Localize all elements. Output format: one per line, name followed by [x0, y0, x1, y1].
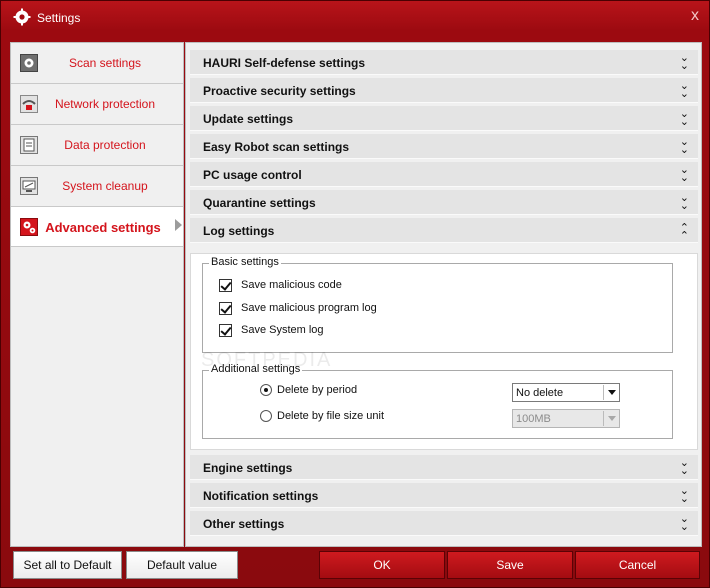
- active-pointer-icon: [175, 219, 182, 231]
- radio-label: Delete by period: [277, 384, 358, 396]
- section-pc-usage[interactable]: PC usage control ⌄ ⌄: [190, 162, 698, 187]
- section-self-defense[interactable]: HAURI Self-defense settings ⌄ ⌄: [190, 50, 698, 75]
- select-value: 100MB: [516, 413, 551, 425]
- chevron-down-icon: [603, 385, 618, 400]
- checkbox-label: Save malicious code: [241, 279, 342, 291]
- chevron-down-icon: ⌄ ⌄: [679, 108, 689, 128]
- sidebar-item-system-cleanup[interactable]: System cleanup: [11, 166, 183, 207]
- chevron-up-icon: ⌃ ⌃: [679, 222, 689, 242]
- close-icon[interactable]: x: [691, 7, 699, 25]
- checkbox-checked-icon: [219, 279, 232, 292]
- window-title: Settings: [37, 11, 81, 25]
- sidebar-item-label: Network protection: [54, 97, 156, 111]
- cancel-button[interactable]: Cancel: [575, 551, 700, 579]
- section-easy-robot[interactable]: Easy Robot scan settings ⌄ ⌄: [190, 134, 698, 159]
- basic-settings-group: Basic settings Save malicious code Save …: [202, 256, 673, 353]
- delete-by-period-radio[interactable]: Delete by period: [260, 383, 420, 399]
- settings-window: Settings x Scan settings Network protect…: [0, 0, 710, 588]
- radio-label: Delete by file size unit: [277, 410, 384, 422]
- section-title: HAURI Self-defense settings: [203, 56, 366, 70]
- section-title: Update settings: [203, 112, 294, 126]
- checkbox-label: Save malicious program log: [241, 302, 377, 314]
- sidebar-item-label: Scan settings: [68, 56, 142, 70]
- section-title: Other settings: [203, 517, 285, 531]
- sidebar-item-label: Data protection: [64, 138, 146, 152]
- chevron-down-icon: ⌄ ⌄: [679, 513, 689, 533]
- chevron-down-icon: ⌄ ⌄: [679, 80, 689, 100]
- sidebar-item-scan-settings[interactable]: Scan settings: [11, 43, 183, 84]
- section-quarantine[interactable]: Quarantine settings ⌄ ⌄: [190, 190, 698, 215]
- period-select[interactable]: No delete: [512, 383, 620, 402]
- ok-button[interactable]: OK: [319, 551, 445, 579]
- checkbox-checked-icon: [219, 324, 232, 337]
- chevron-down-icon: [603, 411, 618, 426]
- set-all-default-button[interactable]: Set all to Default: [13, 551, 122, 579]
- save-button[interactable]: Save: [447, 551, 573, 579]
- watermark: SOFTPEDIA: [201, 349, 333, 371]
- gear-icon: [13, 8, 31, 26]
- additional-settings-group: Additional settings Delete by period Del…: [202, 363, 673, 439]
- chevron-down-icon: ⌄ ⌄: [679, 52, 689, 72]
- select-value: No delete: [516, 387, 564, 399]
- chevron-down-icon: ⌄ ⌄: [679, 485, 689, 505]
- radio-unselected-icon: [260, 410, 272, 422]
- chevron-down-icon: ⌄ ⌄: [679, 164, 689, 184]
- radio-selected-icon: [260, 384, 272, 396]
- section-proactive-security[interactable]: Proactive security settings ⌄ ⌄: [190, 78, 698, 103]
- settings-panel: HAURI Self-defense settings ⌄ ⌄ Proactive…: [185, 42, 702, 547]
- section-other[interactable]: Other settings ⌄ ⌄: [190, 511, 698, 536]
- section-title: PC usage control: [203, 168, 302, 182]
- chevron-down-icon: ⌄ ⌄: [679, 192, 689, 212]
- section-engine[interactable]: Engine settings ⌄ ⌄: [190, 455, 698, 480]
- title-bar[interactable]: Settings x: [1, 1, 709, 35]
- sidebar-item-network-protection[interactable]: Network protection: [11, 84, 183, 125]
- section-log[interactable]: Log settings ⌃ ⌃: [190, 218, 698, 243]
- sidebar-item-label: Advanced settings: [45, 220, 161, 235]
- section-title: Engine settings: [203, 461, 293, 475]
- sidebar-item-data-protection[interactable]: Data protection: [11, 125, 183, 166]
- checkbox-checked-icon: [219, 302, 232, 315]
- section-update[interactable]: Update settings ⌄ ⌄: [190, 106, 698, 131]
- chevron-down-icon: ⌄ ⌄: [679, 136, 689, 156]
- section-title: Proactive security settings: [203, 84, 356, 98]
- section-title: Easy Robot scan settings: [203, 140, 350, 154]
- group-title: Basic settings: [209, 256, 281, 268]
- sidebar-item-label: System cleanup: [62, 179, 148, 193]
- section-title: Log settings: [203, 224, 275, 238]
- chevron-down-icon: ⌄ ⌄: [679, 457, 689, 477]
- sidebar-item-advanced-settings[interactable]: Advanced settings: [11, 207, 183, 247]
- default-value-button[interactable]: Default value: [126, 551, 238, 579]
- section-title: Quarantine settings: [203, 196, 316, 210]
- size-select: 100MB: [512, 409, 620, 428]
- section-title: Notification settings: [203, 489, 319, 503]
- delete-by-size-radio[interactable]: Delete by file size unit: [260, 409, 420, 425]
- sidebar: Scan settings Network protection Data pr…: [10, 42, 184, 547]
- section-notification[interactable]: Notification settings ⌄ ⌄: [190, 483, 698, 508]
- checkbox-label: Save System log: [241, 324, 324, 336]
